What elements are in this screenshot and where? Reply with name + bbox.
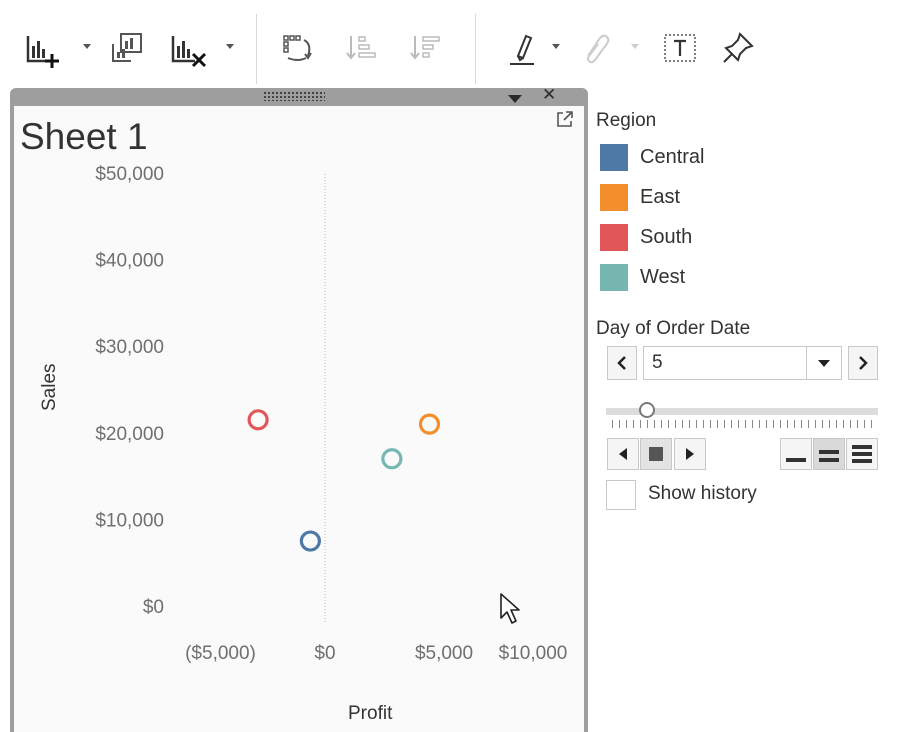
legend-title: Region [596,110,657,131]
clear-sheet-dropdown[interactable] [226,44,234,49]
color-swatch [600,183,628,211]
group-members-icon[interactable] [576,28,616,68]
x-axis-ticks: ($5,000) $0 $5,000 $10,000 [185,643,567,664]
highlight-dropdown[interactable] [552,44,560,49]
speed-medium-button[interactable] [813,438,845,470]
play-forward-icon [686,448,694,460]
next-page-button[interactable] [848,346,878,380]
speed-slow-button[interactable] [780,438,812,470]
toolbar-separator [256,14,257,84]
scatter-chart: $0 $10,000 $20,000 $30,000 $40,000 $50,000 ($… [95,164,567,664]
speed-medium-icon [819,450,839,462]
scatter-marks [247,409,441,552]
x-tick-label: $0 [314,643,335,664]
page-control-title: Day of Order Date [596,318,751,339]
fix-axes-icon[interactable] [718,28,758,68]
y-tick-label: $0 [143,597,164,618]
highlight-icon[interactable] [502,28,542,68]
y-tick-label: $30,000 [95,337,164,358]
color-swatch [600,263,628,291]
page-slider-thumb[interactable] [638,402,655,418]
toolbar-separator [475,14,476,84]
show-history-label: Show history [648,483,757,504]
color-swatch [600,143,628,171]
legend-label: West [640,265,686,288]
speed-fast-button[interactable] [846,438,878,470]
clear-sheet-icon[interactable] [169,28,209,68]
speed-slow-icon [786,458,806,462]
mark-east[interactable] [418,413,441,435]
y-tick-label: $10,000 [95,510,164,531]
y-axis-title: Sales [39,363,60,411]
chevron-left-icon [617,356,626,370]
play-backward-icon [619,448,627,460]
speed-fast-icon [852,445,872,463]
legend-item-south[interactable]: South [600,223,692,251]
play-forward-button[interactable] [674,438,706,470]
show-history-checkbox[interactable] [606,480,636,510]
stop-icon [649,447,663,461]
new-worksheet-icon[interactable] [22,28,62,68]
sheet-panel: ✕ Sheet 1 $0 $10,000 $20,000 $30,000 $40,000… [10,87,588,732]
page-slider-ticks [612,420,872,428]
x-axis-title: Profit [348,703,393,724]
legend-label: South [640,225,693,248]
mark-west[interactable] [381,448,403,470]
show-mark-labels-icon[interactable] [660,28,700,68]
group-members-dropdown[interactable] [631,44,639,49]
duplicate-sheet-icon[interactable] [107,28,147,68]
legend-item-central[interactable]: Central [600,143,704,171]
previous-page-button[interactable] [607,346,637,380]
close-icon[interactable]: ✕ [542,87,556,104]
stop-button[interactable] [640,438,672,470]
toolbar [0,0,897,88]
select-divider [806,347,807,379]
page-select-value: 5 [652,352,663,373]
swap-rows-columns-icon[interactable] [278,28,318,68]
legend-item-west[interactable]: West [600,263,685,291]
drag-handle[interactable] [263,91,325,101]
y-tick-label: $20,000 [95,424,164,445]
sort-ascending-icon[interactable] [342,28,382,68]
y-tick-label: $50,000 [95,164,164,185]
chevron-down-icon[interactable] [818,360,830,367]
y-tick-label: $40,000 [95,251,164,272]
page-select[interactable]: 5 [643,346,842,380]
x-tick-label: $5,000 [415,643,473,664]
sort-descending-icon[interactable] [406,28,446,68]
chevron-right-icon [859,356,868,370]
mark-central[interactable] [299,530,321,552]
play-backward-button[interactable] [607,438,639,470]
x-tick-label: ($5,000) [185,643,256,664]
legend-item-east[interactable]: East [600,183,680,211]
legend-label: East [640,185,681,208]
legend-label: Central [640,145,705,168]
color-swatch [600,223,628,251]
sheet-view: Sheet 1 $0 $10,000 $20,000 $30,000 $40,000 $5… [14,106,584,732]
mouse-cursor-icon [498,592,528,633]
mark-south[interactable] [247,409,269,431]
new-worksheet-dropdown[interactable] [83,44,91,49]
y-axis-ticks: $0 $10,000 $20,000 $30,000 $40,000 $50,000 [95,164,164,618]
x-tick-label: $10,000 [499,643,568,664]
panel-menu-icon[interactable] [508,95,522,103]
